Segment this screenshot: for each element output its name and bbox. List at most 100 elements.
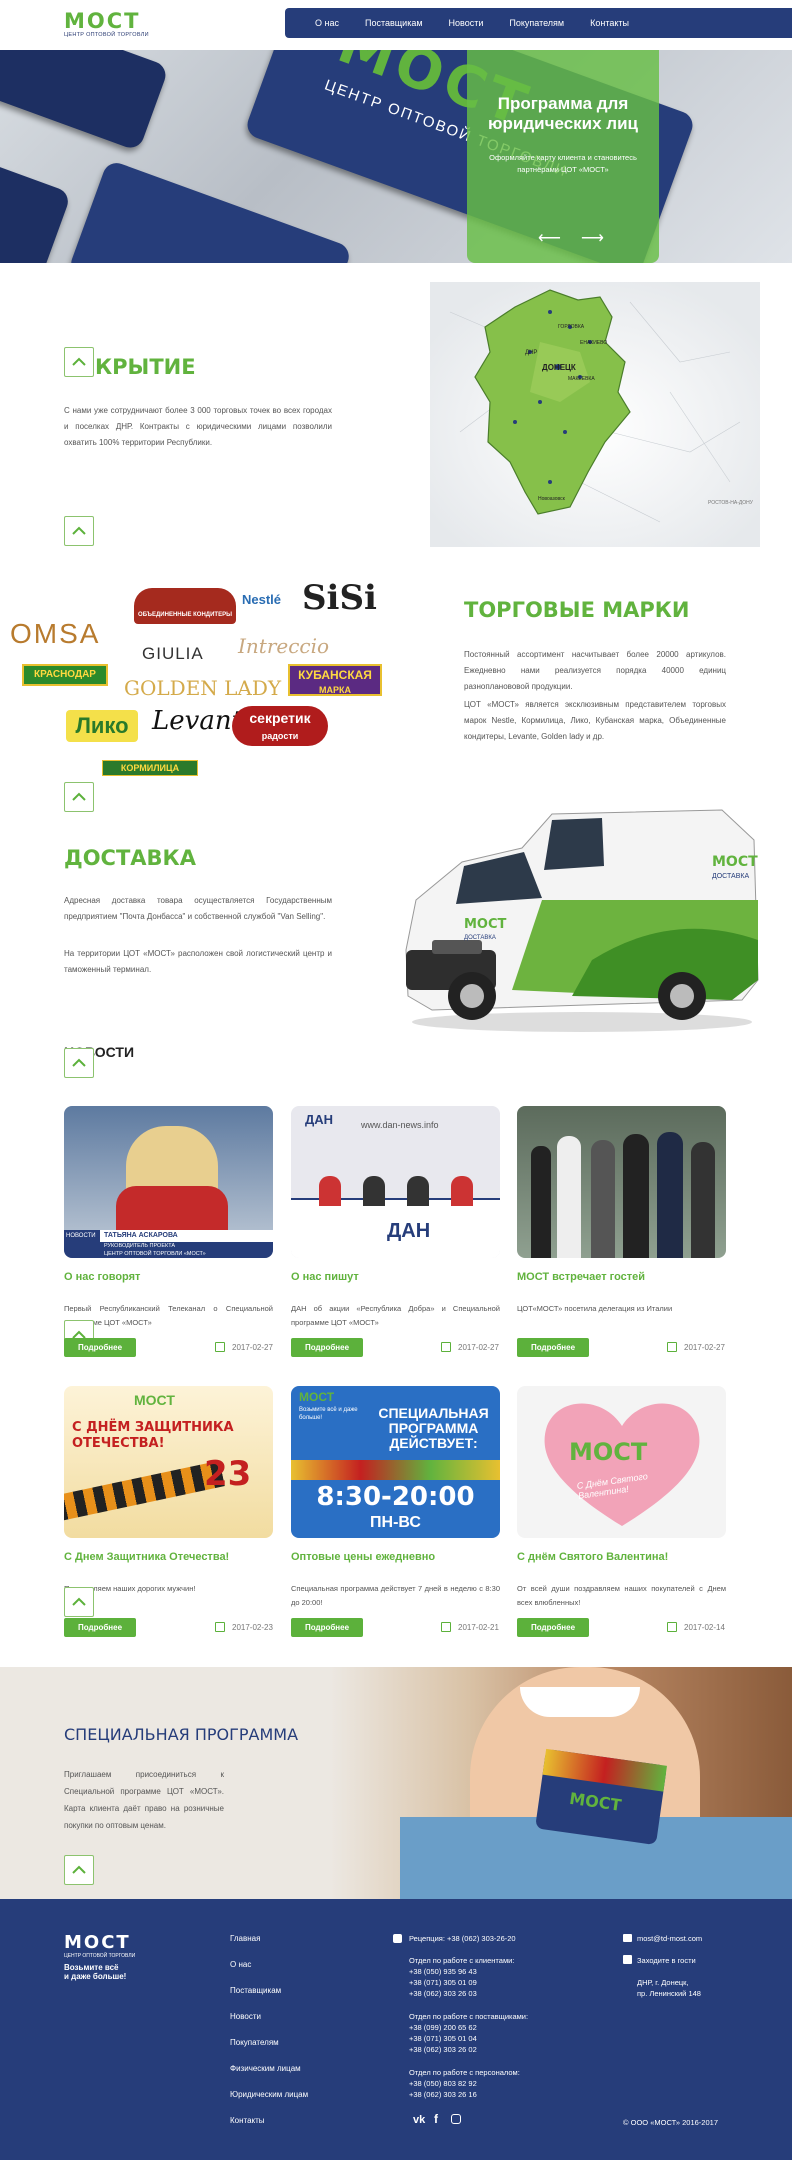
map-label-makeevka: МАКЕЕВКА (568, 376, 595, 382)
news-item-text: Специальная программа действует 7 дней в… (291, 1584, 500, 1607)
brands-title: ТОРГОВЫЕ МАРКИ (464, 598, 690, 622)
news-image-logo: МОСТ (569, 1438, 648, 1466)
nav-about[interactable]: О нас (315, 18, 339, 28)
news-more-button[interactable]: Подробнее (291, 1338, 363, 1357)
footer-suppliers-phone: +38 (071) 305 01 04 (409, 2034, 477, 2043)
news-item-title[interactable]: О нас пишут (291, 1271, 359, 1283)
news-item-title[interactable]: С Днем Защитника Отечества! (64, 1551, 229, 1563)
footer-link-home[interactable]: Главная (230, 1934, 260, 1943)
brand-omsa: OMSA (10, 618, 101, 649)
footer-reception: Рецепция: +38 (062) 303-26-20 (409, 1934, 516, 1943)
scroll-up-button[interactable] (64, 347, 94, 377)
map-label-gorlovka: ГОРЛОВКА (558, 324, 585, 330)
nav-suppliers[interactable]: Поставщикам (365, 18, 423, 28)
footer-link-suppliers[interactable]: Поставщикам (230, 1986, 281, 1995)
brands-text-exclusive: ЦОТ «МОСТ» является эксклюзивным предста… (464, 700, 726, 741)
news-image[interactable]: ТАТЬЯНА АСКАРОВА РУКОВОДИТЕЛЬ ПРОЕКТА ЦЕН… (64, 1106, 273, 1258)
news-image[interactable]: МОСТ Возьмите всё и даже больше! СПЕЦИАЛ… (291, 1386, 500, 1538)
footer-link-buyers[interactable]: Покупателям (230, 2038, 279, 2047)
vk-icon[interactable]: vk (413, 2114, 425, 2126)
footer-link-legal[interactable]: Юридическим лицам (230, 2090, 308, 2099)
brand-logos: OMSA ОБЪЕДИНЕННЫЕ КОНДИТЕРЫ Nestlé SiSi … (0, 568, 400, 786)
delivery-text-address: Адресная доставка товара осуществляется … (64, 896, 332, 921)
slider-next-arrow[interactable]: ⟶ (581, 230, 624, 247)
slider-arrows: ⟵⟶ (538, 228, 624, 248)
scroll-up-button[interactable] (64, 1855, 94, 1885)
news-more-button[interactable]: Подробнее (64, 1618, 136, 1637)
brand-liko: Лико (66, 710, 138, 742)
footer-email[interactable]: most@td-most.com (637, 1933, 702, 1944)
news-item-date: 2017-02-27 (458, 1343, 499, 1352)
brand-kuban: КУБАНСКАЯ МАРКА (288, 664, 382, 696)
footer-clients-title: Отдел по работе с клиентами: (409, 1956, 515, 1965)
location-icon (623, 1955, 632, 1964)
news-item-date: 2017-02-27 (684, 1343, 725, 1352)
news-image-logo: МОСТ (134, 1392, 175, 1408)
footer-link-news[interactable]: Новости (230, 2012, 261, 2021)
news-image-person (557, 1136, 581, 1258)
brand-golden-lady: GOLDEN LADY (124, 676, 282, 700)
news-image[interactable]: www.dan-news.info ДАН ДАН (291, 1106, 500, 1258)
phone-icon (393, 1934, 402, 1943)
news-image[interactable]: МОСТ С ДНЁМ ЗАЩИТНИКА ОТЕЧЕСТВА! 23 (64, 1386, 273, 1538)
news-more-button[interactable]: Подробнее (517, 1338, 589, 1357)
news-image-slogan: Возьмите всё и даже больше! (299, 1407, 358, 1421)
nav-contacts[interactable]: Контакты (590, 18, 629, 28)
calendar-icon (667, 1342, 677, 1352)
scroll-up-button[interactable] (64, 1587, 94, 1617)
facebook-icon[interactable]: f (434, 2112, 438, 2126)
news-image-tag: НОВОСТИ (64, 1230, 100, 1242)
brand-sisi: SiSi (302, 578, 377, 618)
delivery-van-image: МОСТ ДОСТАВКА МОСТ ДОСТАВКА (392, 800, 762, 1040)
coverage-map: ДОНЕЦК ДНР МАКЕЕВКА ГОРЛОВКА ЕНАКИЕВО Но… (430, 282, 760, 547)
news-item-date: 2017-02-14 (684, 1623, 725, 1632)
coverage-text: С нами уже сотрудничают более 3 000 торг… (64, 406, 332, 447)
hero-promo-text: Оформляйте карту клиента и становитесь п… (489, 153, 637, 174)
news-item-date: 2017-02-27 (232, 1343, 273, 1352)
footer-logo-subtitle: ЦЕНТР ОПТОВОЙ ТОРГОВЛИ (64, 1953, 136, 1959)
nav-buyers[interactable]: Покупателям (509, 18, 564, 28)
news-item-title[interactable]: Оптовые цены ежедневно (291, 1551, 435, 1563)
news-image[interactable] (517, 1106, 726, 1258)
header: МОСТ ЦЕНТР ОПТОВОЙ ТОРГОВЛИ О нас Постав… (0, 0, 792, 50)
news-image-caption: СПЕЦИАЛЬНАЯ ПРОГРАММА ДЕЙСТВУЕТ: (371, 1406, 496, 1451)
slider-prev-arrow[interactable]: ⟵ (538, 230, 581, 247)
news-item-title[interactable]: О нас говорят (64, 1271, 140, 1283)
logo[interactable]: МОСТ ЦЕНТР ОПТОВОЙ ТОРГОВЛИ (64, 10, 149, 38)
footer-slogan-line2: и даже больше! (64, 1972, 127, 1981)
map-label-donetsk: ДОНЕЦК (542, 363, 576, 372)
footer-address-city: ДНР, г. Донецк, (637, 1978, 689, 1987)
scroll-up-button[interactable] (64, 782, 94, 812)
news-image-person (531, 1146, 551, 1258)
footer-link-individuals[interactable]: Физическим лицам (230, 2064, 301, 2073)
news-image-person (591, 1140, 615, 1258)
nav-news[interactable]: Новости (449, 18, 484, 28)
brand-kuban-line2: МАРКА (319, 685, 351, 695)
brand-giulia: GIULIA (142, 644, 204, 663)
footer-link-contacts[interactable]: Контакты (230, 2116, 265, 2125)
brand-intreccio: Intreccio (238, 634, 330, 658)
chevron-up-icon (72, 1597, 86, 1606)
news-image[interactable]: МОСТ С Днём Святого Валентина! (517, 1386, 726, 1538)
footer-link-about[interactable]: О нас (230, 1960, 251, 1969)
news-image-person (691, 1142, 715, 1258)
news-item-text: Поздравляем наших дорогих мужчин! (64, 1584, 196, 1593)
brand-ok: ОБЪЕДИНЕННЫЕ КОНДИТЕРЫ (134, 588, 236, 624)
calendar-icon (215, 1622, 225, 1632)
news-item-title[interactable]: МОСТ встречает гостей (517, 1271, 645, 1283)
news-image-tag: ДАН (305, 1112, 334, 1127)
scroll-up-button[interactable] (64, 516, 94, 546)
footer-clients-phone: +38 (050) 935 96 43 (409, 1967, 477, 1976)
news-item-text: От всей души поздравляем наших покупател… (517, 1584, 726, 1607)
scroll-up-button[interactable] (64, 1048, 94, 1078)
news-item-title[interactable]: С днём Святого Валентина! (517, 1551, 668, 1563)
map-label-dnr: ДНР (525, 350, 537, 356)
news-more-button[interactable]: Подробнее (517, 1618, 589, 1637)
van-sub-front: ДОСТАВКА (464, 935, 496, 941)
footer-suppliers-phone: +38 (062) 303 26 02 (409, 2045, 477, 2054)
news-more-button[interactable]: Подробнее (64, 1338, 136, 1357)
footer-logo[interactable]: МОСТ ЦЕНТР ОПТОВОЙ ТОРГОВЛИ (64, 1932, 135, 1959)
news-more-button[interactable]: Подробнее (291, 1618, 363, 1637)
brand-kuban-line1: КУБАНСКАЯ (298, 668, 372, 682)
instagram-icon[interactable] (451, 2114, 461, 2124)
